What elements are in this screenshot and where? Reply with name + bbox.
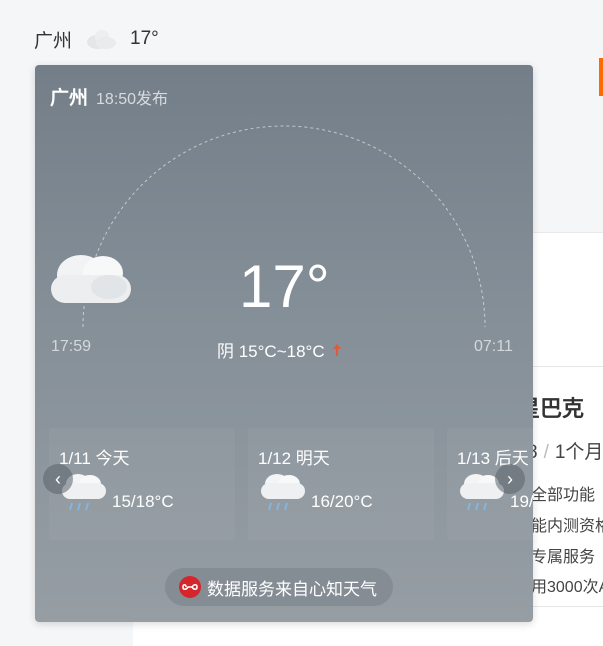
divider [533,606,603,607]
infinity-icon [182,583,198,591]
article-meta: 8/1个月 [527,437,603,464]
current-temperature: 17° [239,253,330,320]
sunrise-time: 17:59 [51,338,92,355]
data-source-credit[interactable]: 数据服务来自心知天气 [165,568,393,606]
feature-line: 专属服务 [531,549,596,566]
seniverse-logo-icon [179,576,201,598]
feature-line: 全部功能 [531,487,596,504]
top-city-label: 广州 [34,30,73,52]
forecast-date: 1/13 后天 [457,449,529,468]
chevron-left-icon: ‹ [55,468,61,489]
top-temperature: 17° [130,28,159,49]
meta-right: 1个月 [554,442,603,463]
feature-line: 用3000次A [531,579,603,596]
feature-line: 能内测资格 [531,518,603,535]
divider [533,366,603,367]
forecast-carousel: 1/11 今天 15/18°C 1/12 明天 16/20°C 1/13 后天 … [35,428,533,548]
weather-panel: 广州 18:50发布 17° 17:59 07:11 阴 15°C~18°C 1… [35,65,533,622]
forecast-day: 1/12 明天 16/20°C [248,428,434,540]
cloud-icon [87,30,117,49]
chevron-right-icon: › [507,468,513,489]
credit-text: 数据服务来自心知天气 [207,579,377,599]
cloud-rain-icon [261,474,305,511]
forecast-temp: 15/18°C [112,492,174,511]
meta-separator: / [543,442,549,463]
accent-bar [599,58,603,96]
cloud-icon [51,255,131,303]
next-button[interactable]: › [495,464,525,494]
description-text: 阴 15°C~18°C [217,342,325,361]
forecast-date: 1/11 今天 [59,449,130,468]
forecast-temp: 19/ [510,492,533,511]
forecast-day: 1/11 今天 15/18°C [49,428,235,540]
thermometer-icon [332,343,341,356]
prev-button[interactable]: ‹ [43,464,73,494]
sunset-time: 07:11 [474,338,513,355]
forecast-temp: 16/20°C [311,492,373,511]
sun-path-arc [82,125,486,328]
forecast-date: 1/12 明天 [258,449,330,468]
top-weather-widget[interactable]: 广州 17° [34,26,159,52]
weather-description: 阴 15°C~18°C [217,337,343,362]
